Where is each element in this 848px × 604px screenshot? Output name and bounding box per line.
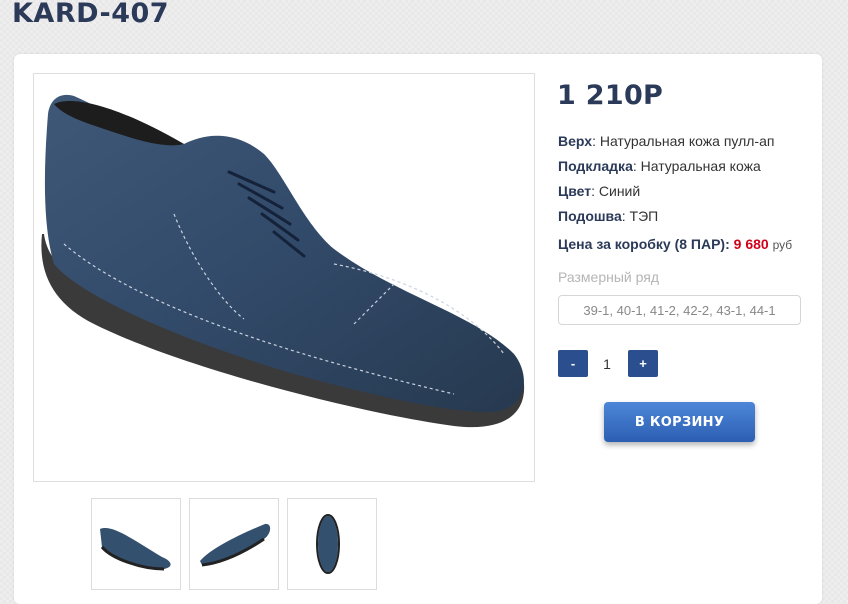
spec-label: Подкладка — [558, 158, 633, 174]
quantity-increase-button[interactable]: + — [628, 350, 658, 377]
spec-value: : Натуральная кожа пулл-ап — [592, 133, 775, 149]
spec-label: Цвет — [558, 183, 592, 199]
product-title: KARD-407 — [12, 0, 170, 29]
shoe-main-illustration — [41, 94, 525, 428]
product-thumbnail-2[interactable] — [189, 498, 279, 590]
product-main-image[interactable] — [33, 73, 535, 482]
spec-lining: Подкладка: Натуральная кожа — [558, 158, 761, 174]
size-range-label: Размерный ряд — [558, 269, 660, 285]
box-price-value: 9 680 — [733, 236, 769, 252]
size-range-field[interactable]: 39-1, 40-1, 41-2, 42-2, 43-1, 44-1 — [558, 295, 801, 325]
spec-value: : Натуральная кожа — [632, 158, 761, 174]
shoe-thumb-icon — [100, 528, 171, 571]
spec-upper: Верх: Натуральная кожа пулл-ап — [558, 133, 774, 149]
product-thumbnail-1[interactable] — [91, 498, 181, 590]
product-price: 1 210Р — [557, 80, 664, 111]
spec-value: : ТЭП — [621, 208, 659, 224]
quantity-value[interactable]: 1 — [592, 356, 622, 372]
shoe-thumb-icon — [316, 514, 340, 574]
box-price-label: Цена за коробку (8 ПАР): — [558, 236, 730, 252]
spec-sole: Подошва: ТЭП — [558, 208, 658, 224]
shoe-thumb-icon — [200, 523, 271, 567]
spec-label: Подошва — [558, 208, 622, 224]
spec-color: Цвет: Синий — [558, 183, 640, 199]
box-price: Цена за коробку (8 ПАР): 9 680 руб — [558, 236, 792, 252]
box-price-unit: руб — [772, 238, 793, 252]
add-to-cart-button[interactable]: В КОРЗИНУ — [604, 402, 755, 442]
quantity-decrease-button[interactable]: - — [558, 350, 588, 377]
spec-label: Верх — [558, 133, 593, 149]
spec-value: : Синий — [591, 183, 641, 199]
product-thumbnail-3[interactable] — [287, 498, 377, 590]
